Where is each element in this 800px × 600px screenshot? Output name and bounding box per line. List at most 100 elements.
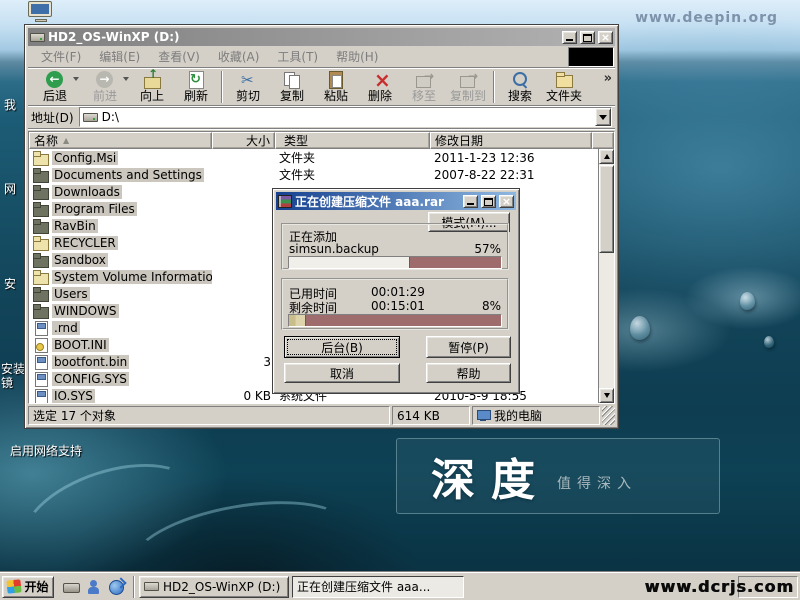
column-header-type[interactable]: 类型 [275,132,430,149]
menu-item[interactable]: 收藏(A) [209,45,269,68]
folder-yellow-icon [33,236,50,250]
column-header-date[interactable]: 修改日期 [430,132,592,149]
winrar-titlebar[interactable]: 正在创建压缩文件 aaa.rar × [276,192,516,210]
status-selection: 选定 17 个对象 [28,406,390,425]
folder-dark-icon [33,287,50,301]
pause-button[interactable]: 暂停(P) [426,336,511,358]
toolbar-button-up[interactable]: 向上 [130,69,174,105]
scrollbar-thumb[interactable] [599,165,614,253]
total-progress-fill [289,315,306,326]
copy-icon [282,71,302,89]
triangle-up-icon [604,154,610,159]
menu-item[interactable]: 文件(F) [32,45,90,68]
maximize-button[interactable] [580,31,595,44]
monitor-screen [28,1,52,17]
cancel-button[interactable]: 取消 [284,363,400,383]
my-computer-icon[interactable] [26,1,56,22]
status-zone: 我的电脑 [472,406,600,425]
taskbar-separator [133,576,135,598]
minimize-button[interactable] [463,195,478,208]
toolbar-button-delete[interactable]: 删除 [358,69,402,105]
water-droplet [764,336,774,348]
menu-item[interactable]: 编辑(E) [90,45,149,68]
time-group: 已用时间 00:01:29 剩余时间 00:15:01 8% [281,278,509,330]
folders-icon [554,71,574,89]
address-value: D:\ [102,110,119,124]
toolbar-button-copyto: 复制到 [446,69,490,105]
column-header-name[interactable]: 名称▲ [29,132,212,149]
toolbar: 后退前进向上刷新剪切复制粘贴删除移至复制到搜索文件夹» [28,68,615,106]
chevron-down-icon [599,115,607,120]
folder-yellow-icon [33,270,50,284]
menu-item[interactable]: 查看(V) [149,45,209,68]
drive-icon [83,113,98,122]
internet-explorer-icon[interactable] [108,579,125,595]
drive-icon[interactable] [62,579,79,595]
background-button[interactable]: 后台(B) [284,336,400,358]
elapsed-value: 00:01:29 [371,285,425,299]
file-row[interactable]: Config.Msi文件夹2011-1-23 12:36 [29,149,614,166]
taskbar-task[interactable]: 正在创建压缩文件 aaa... [292,576,464,598]
folder-dark-icon [33,253,50,267]
window-title: HD2_OS-WinXP (D:) [48,30,559,44]
column-header-size[interactable]: 大小 [212,132,275,149]
address-bar: 地址(D) D:\ [28,106,615,129]
scrollbar-track[interactable] [599,253,614,388]
status-zone-label: 我的电脑 [494,407,542,424]
desktop-icon-label-fragment: 镜 [1,374,13,391]
winrar-dialog: 正在创建压缩文件 aaa.rar × 模式(M)... 正在添加 simsun.… [272,188,520,394]
folder-yellow-icon [33,151,50,165]
folder-dark-icon [33,185,50,199]
minimize-button[interactable] [562,31,577,44]
taskbar-task[interactable]: HD2_OS-WinXP (D:) [139,576,289,598]
current-progress-fill [289,257,410,268]
refresh-icon [186,71,206,89]
watermark-subtitle: 值得深入 [557,473,637,493]
file-row[interactable]: Documents and Settings文件夹2007-8-22 22:31 [29,166,614,183]
address-combo[interactable]: D:\ [79,107,612,127]
toolbar-overflow-chevron[interactable]: » [604,71,612,86]
toolbar-button-cut[interactable]: 剪切 [226,69,270,105]
status-bar: 选定 17 个对象 614 KB 我的电脑 [28,406,615,425]
close-button[interactable]: × [499,195,514,208]
menu-item[interactable]: 工具(T) [268,45,327,68]
start-button[interactable]: 开始 [2,576,54,598]
toolbar-separator [221,71,223,103]
menu-item[interactable]: 帮助(H) [327,45,387,68]
scroll-up-button[interactable] [599,149,614,164]
monitor-base [35,19,47,22]
toolbar-button-search[interactable]: 搜索 [498,69,542,105]
quick-launch [58,579,129,595]
toolbar-button-folders[interactable]: 文件夹 [542,69,586,105]
address-label: 地址(D) [31,109,74,126]
close-button[interactable]: × [598,31,613,44]
folder-dark-icon [33,202,50,216]
current-percent: 57% [474,242,501,256]
toolbar-button-refresh[interactable]: 刷新 [174,69,218,105]
delete-icon [370,71,390,89]
toolbar-button-copy[interactable]: 复制 [270,69,314,105]
toolbar-button-paste[interactable]: 粘贴 [314,69,358,105]
address-dropdown-button[interactable] [595,108,611,126]
search-icon [510,71,530,89]
drive-icon [30,33,45,42]
windows-logo-icon [7,579,22,593]
column-header-filler [592,132,614,149]
network-support-label: 启用网络支持 [10,442,82,459]
current-file-group: 正在添加 simsun.backup 57% [281,223,509,270]
file-icon [33,355,50,369]
current-file-name: simsun.backup [289,242,379,256]
resize-grip[interactable] [602,406,615,425]
help-button[interactable]: 帮助 [426,363,511,383]
toolbar-button-move: 移至 [402,69,446,105]
maximize-button[interactable] [481,195,496,208]
chevron-down-icon[interactable] [73,77,79,81]
water-droplet [740,292,755,310]
explorer-titlebar[interactable]: HD2_OS-WinXP (D:) × [28,28,615,46]
user-icon[interactable] [85,579,102,595]
chevron-down-icon[interactable] [123,77,129,81]
drive-icon [144,582,159,591]
vertical-scrollbar[interactable] [598,149,614,403]
toolbar-button-back[interactable]: 后退 [30,69,80,105]
scroll-down-button[interactable] [599,388,614,403]
